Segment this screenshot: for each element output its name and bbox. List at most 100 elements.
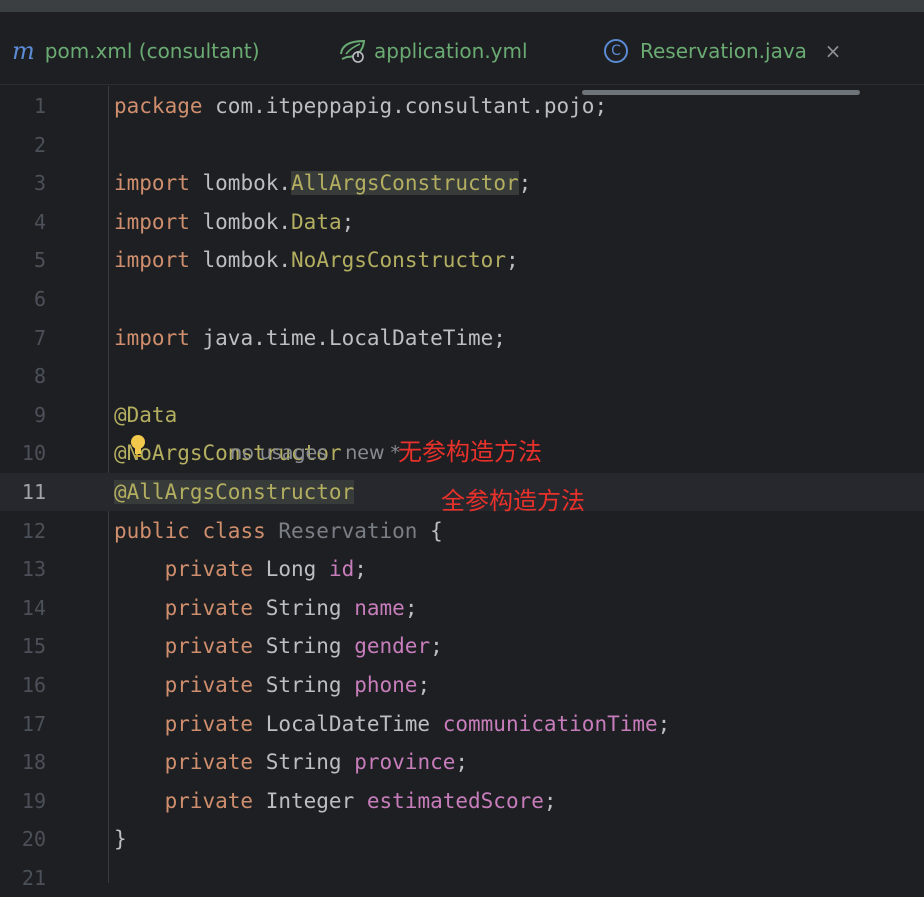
code-token: Data <box>291 209 342 234</box>
code-token: id <box>328 557 355 582</box>
code-text: public class Reservation { <box>114 512 443 550</box>
code-token: private <box>114 711 266 736</box>
code-text: @Data <box>114 396 177 434</box>
line-number: 3 <box>33 171 46 196</box>
line-number: 19 <box>21 788 46 813</box>
code-token: } <box>114 827 127 852</box>
code-line[interactable]: 4 import lombok.Data; <box>0 203 924 241</box>
tab-pom-xml[interactable]: m pom.xml (consultant) <box>12 36 260 66</box>
code-token: province <box>354 750 456 775</box>
code-line[interactable]: 15 private String gender; <box>0 627 924 665</box>
line-number: 7 <box>33 325 46 350</box>
code-token: private <box>114 557 266 582</box>
code-line[interactable]: 12 public class Reservation { <box>0 512 924 550</box>
code-line[interactable]: 17 private LocalDateTime communicationTi… <box>0 705 924 743</box>
line-number: 15 <box>21 634 46 659</box>
code-line[interactable]: 14 private String name; <box>0 589 924 627</box>
code-line[interactable]: 9 @Data <box>0 396 924 434</box>
code-line[interactable]: 3 import lombok.AllArgsConstructor; <box>0 164 924 202</box>
code-text: } <box>114 820 127 858</box>
line-number: 20 <box>21 827 46 852</box>
code-token: private <box>114 750 266 775</box>
code-token: private <box>114 595 266 620</box>
code-text: package com.itpeppapig.consultant.pojo; <box>114 87 607 125</box>
line-number: 16 <box>21 673 46 697</box>
usages-hint[interactable]: no usages <box>230 442 327 464</box>
code-text: import lombok.NoArgsConstructor; <box>114 241 519 279</box>
code-token: import <box>114 171 203 196</box>
code-text: private Long id; <box>114 550 367 588</box>
code-token: com.itpeppapig.consultant.pojo; <box>215 94 608 118</box>
tab-application-yml[interactable]: application.yml <box>338 36 528 66</box>
line-number: 14 <box>21 595 46 620</box>
line-number: 5 <box>33 248 46 273</box>
code-line[interactable]: 7 import java.time.LocalDateTime; <box>0 319 924 357</box>
code-text: private String province; <box>114 743 468 781</box>
tab-reservation-java[interactable]: C Reservation.java <box>604 36 807 66</box>
code-line[interactable]: 21 <box>0 859 924 897</box>
code-text: import lombok.AllArgsConstructor; <box>114 164 531 202</box>
author-hint[interactable]: new * <box>345 442 400 464</box>
code-token: java.time.LocalDateTime; <box>202 325 506 350</box>
code-token: lombok. <box>202 209 292 234</box>
code-line[interactable]: 18 private String province; <box>0 743 924 781</box>
code-line[interactable]: 13 private Long id; <box>0 550 924 588</box>
code-token: NoArgsConstructor <box>291 248 506 273</box>
code-token: Reservation <box>278 518 418 543</box>
code-token: ; <box>518 171 532 196</box>
code-token: private <box>114 788 266 813</box>
code-token: gender <box>354 634 431 659</box>
code-token: private <box>114 673 266 697</box>
code-token: @Data <box>114 402 178 427</box>
code-token: phone <box>354 673 418 697</box>
code-token: ; <box>505 248 519 273</box>
code-token: class <box>202 518 279 543</box>
code-token: estimatedScore <box>366 788 544 813</box>
code-token: { <box>417 518 443 543</box>
code-line[interactable]: 16 private String phone; <box>0 666 924 704</box>
code-token: String <box>265 595 355 620</box>
line-number: 11 <box>21 480 46 504</box>
code-token: ; <box>430 634 443 659</box>
code-line[interactable]: 2 <box>0 126 924 164</box>
code-text: private Integer estimatedScore; <box>114 782 557 820</box>
lightbulb-icon[interactable] <box>130 434 146 460</box>
close-tab-icon[interactable]: × <box>822 36 844 66</box>
code-line[interactable]: 8 <box>0 357 924 395</box>
code-line[interactable]: 19 private Integer estimatedScore; <box>0 782 924 820</box>
window-top-strip <box>0 0 924 12</box>
code-text: private String gender; <box>114 627 443 665</box>
code-text: private String name; <box>114 589 418 627</box>
code-line[interactable]: 6 <box>0 280 924 318</box>
code-token: Integer <box>265 788 367 813</box>
code-token: import <box>114 325 203 350</box>
code-line[interactable]: 5 import lombok.NoArgsConstructor; <box>0 241 924 279</box>
line-number: 12 <box>21 518 46 543</box>
line-number: 17 <box>21 711 46 736</box>
editor-tab-bar: m pom.xml (consultant) application.yml C… <box>0 12 924 95</box>
red-annotation-all-args: 全参构造方法 <box>441 487 585 515</box>
code-token: lombok. <box>202 171 292 196</box>
red-annotation-no-args: 无参构造方法 <box>398 438 542 466</box>
code-token: ; <box>341 209 355 234</box>
code-token: import <box>114 248 203 273</box>
code-token: AllArgsConstructor <box>291 171 519 196</box>
code-token: private <box>114 634 266 659</box>
line-number: 2 <box>33 132 46 157</box>
code-line[interactable]: 1 package com.itpeppapig.consultant.pojo; <box>0 87 924 125</box>
spring-leaf-icon <box>340 39 366 63</box>
code-token: ; <box>455 750 469 775</box>
code-line[interactable]: 20} <box>0 820 924 858</box>
tab-label: Reservation.java <box>640 39 807 63</box>
line-number: 10 <box>21 441 46 466</box>
code-token: String <box>265 634 355 659</box>
line-number: 1 <box>33 94 46 118</box>
code-token: import <box>114 209 203 234</box>
code-text: private LocalDateTime communicationTime; <box>114 705 671 743</box>
code-token: String <box>265 673 355 697</box>
inlay-hint[interactable]: no usages new * <box>206 396 400 510</box>
code-token: public <box>114 518 203 543</box>
code-token: package <box>114 94 216 118</box>
maven-icon: m <box>12 37 35 65</box>
code-token: ; <box>354 557 367 582</box>
